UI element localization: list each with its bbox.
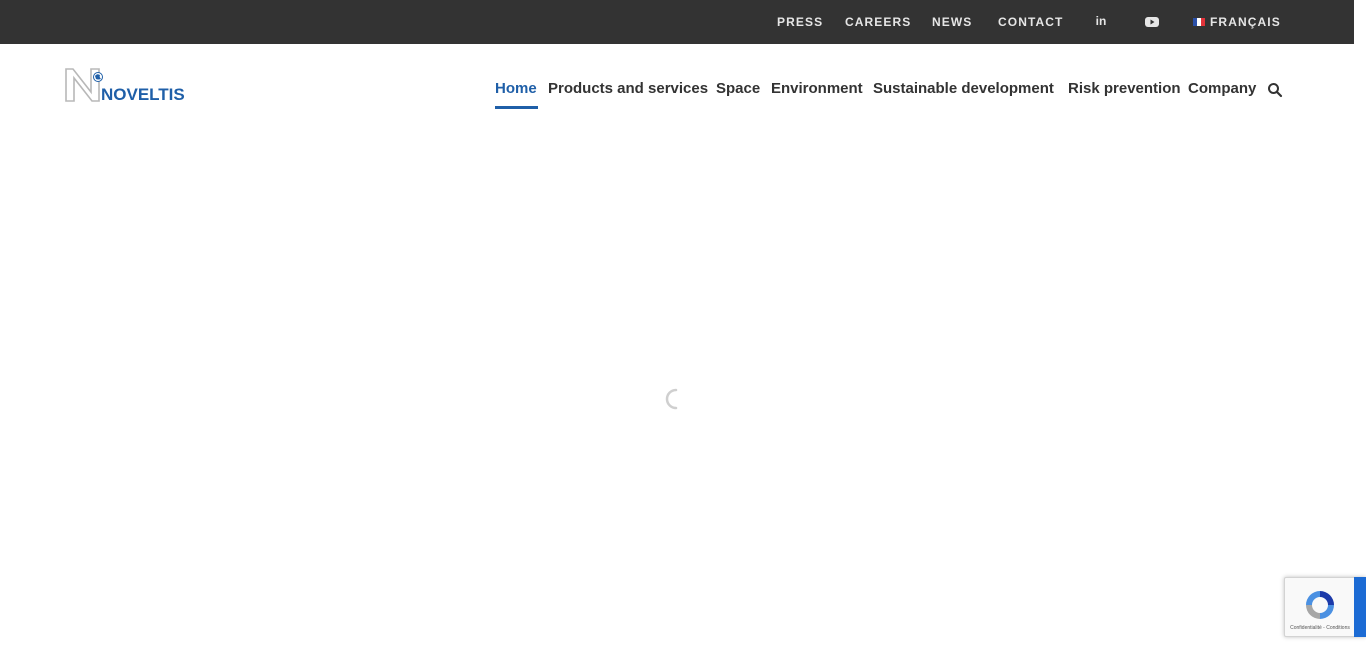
nav-products-and-services[interactable]: Products and services [548, 80, 708, 97]
search-icon[interactable] [1267, 82, 1283, 98]
top-link-press[interactable]: PRESS [777, 15, 823, 29]
french-flag-icon [1193, 18, 1205, 26]
top-link-careers[interactable]: CAREERS [845, 15, 911, 29]
loading-spinner-icon [665, 388, 687, 410]
language-switcher[interactable]: FRANÇAIS [1193, 15, 1281, 29]
recaptcha-badge-strip [1354, 577, 1366, 637]
nav-environment[interactable]: Environment [771, 80, 863, 97]
language-label: FRANÇAIS [1210, 15, 1281, 29]
top-bar: PRESS CAREERS NEWS CONTACT in FRANÇAIS [0, 0, 1354, 44]
nav-company[interactable]: Company [1188, 80, 1256, 97]
youtube-icon[interactable] [1145, 15, 1159, 27]
nav-risk-prevention[interactable]: Risk prevention [1068, 80, 1181, 97]
nav-home[interactable]: Home [495, 80, 537, 97]
top-link-contact[interactable]: CONTACT [998, 15, 1063, 29]
main-navigation: Home Products and services Space Environ… [0, 80, 1366, 102]
top-link-news[interactable]: NEWS [932, 15, 972, 29]
linkedin-icon[interactable]: in [1094, 13, 1108, 29]
recaptcha-logo-icon [1303, 588, 1337, 622]
active-nav-indicator [495, 106, 538, 109]
recaptcha-links[interactable]: Confidentialité - Conditions [1287, 625, 1353, 631]
nav-space[interactable]: Space [716, 80, 760, 97]
page-scrollbar[interactable] [1354, 0, 1366, 651]
nav-sustainable-development[interactable]: Sustainable development [873, 80, 1054, 97]
